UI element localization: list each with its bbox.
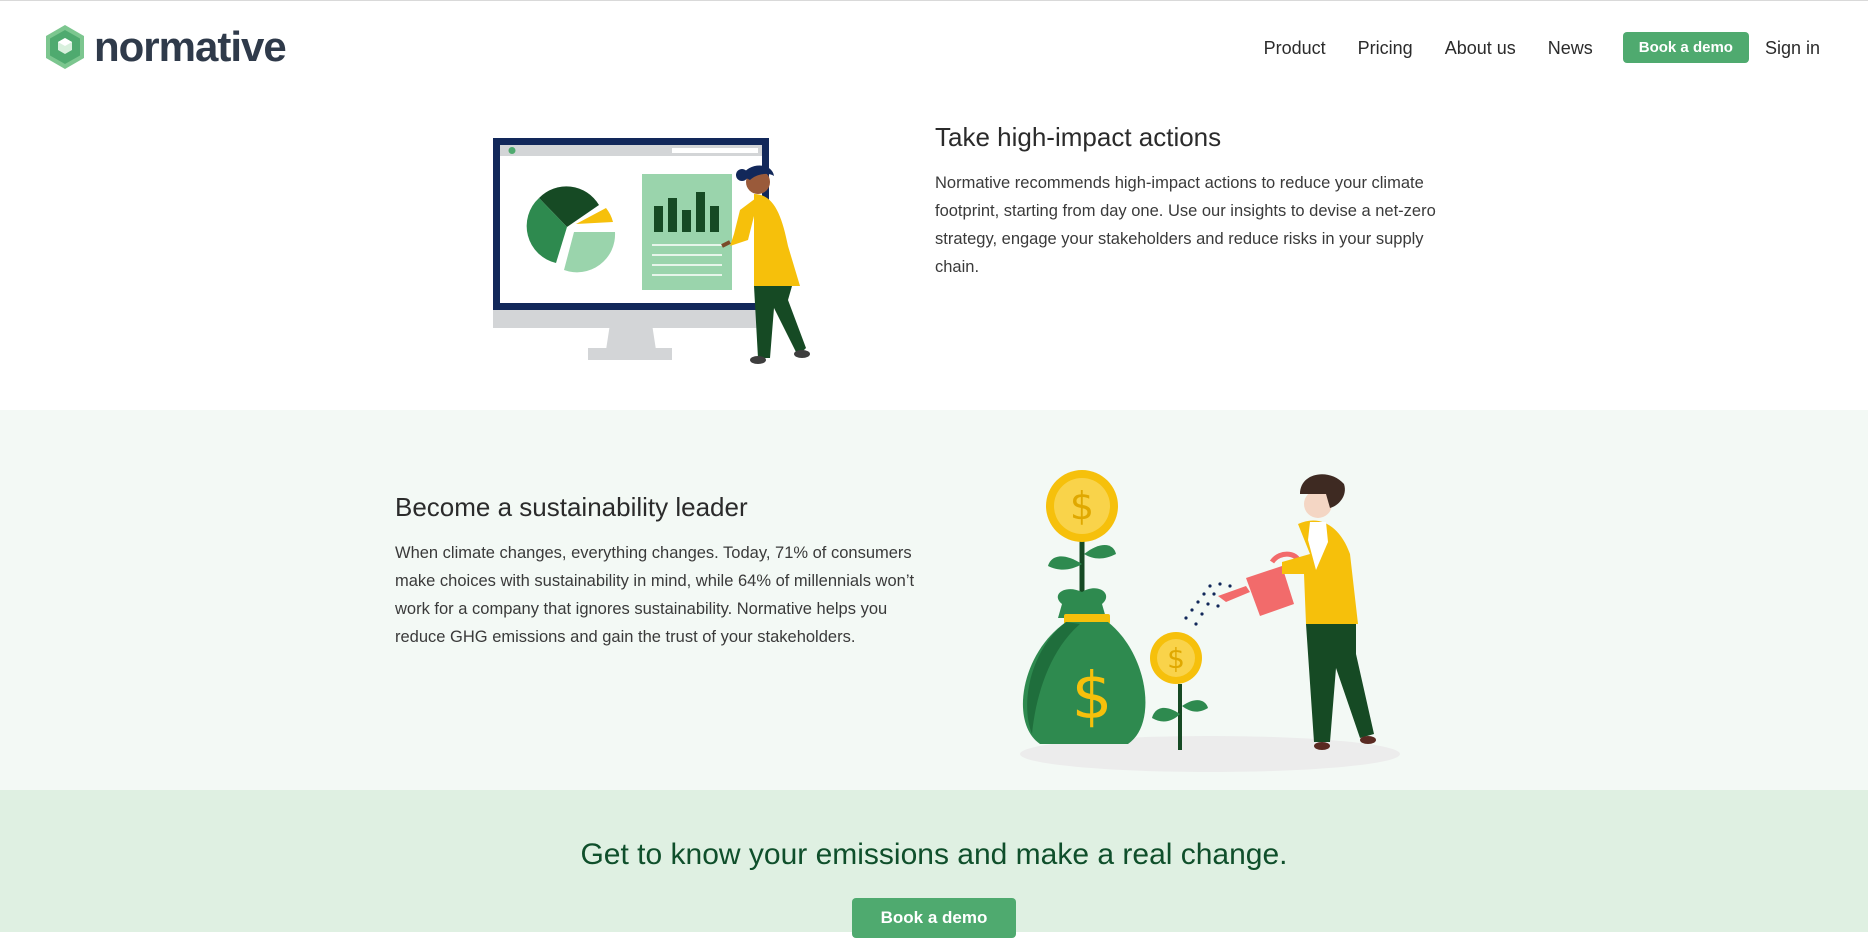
svg-text:$: $ — [1072, 660, 1113, 734]
svg-text:$: $ — [1070, 484, 1094, 528]
sign-in-link[interactable]: Sign in — [1765, 33, 1820, 63]
cta-title: Get to know your emissions and make a re… — [580, 838, 1288, 871]
actions-body: Normative recommends high-impact actions… — [935, 174, 1436, 277]
nav-pricing[interactable]: Pricing — [1358, 33, 1413, 63]
svg-text:$: $ — [1167, 642, 1185, 675]
leader-copy: Become a sustainability leader When clim… — [395, 492, 935, 651]
nav-product[interactable]: Product — [1264, 33, 1326, 63]
brand-name: normative — [94, 23, 287, 70]
actions-title: Take high-impact actions — [935, 122, 1222, 152]
leader-body: When climate changes, everything changes… — [395, 544, 915, 647]
nav-news[interactable]: News — [1548, 33, 1593, 63]
brand-logo[interactable]: normative — [44, 22, 287, 72]
hexagon-leaf-icon — [46, 25, 84, 69]
main-nav: Product Pricing About us News Book a dem… — [1232, 32, 1820, 63]
nav-about-us[interactable]: About us — [1445, 33, 1516, 63]
actions-copy: Take high-impact actions Normative recom… — [935, 122, 1455, 281]
money-plant-watering-illustration: $ $ $ — [1010, 454, 1400, 779]
site-header: normative Product Pricing About us News … — [0, 0, 1868, 96]
cta-section: Get to know your emissions and make a re… — [0, 790, 1868, 938]
section-sustainability-leader: Become a sustainability leader When clim… — [0, 410, 1868, 790]
leader-title: Become a sustainability leader — [395, 492, 748, 522]
section-high-impact-actions: Take high-impact actions Normative recom… — [0, 96, 1868, 410]
cta-book-demo-button[interactable]: Book a demo — [852, 898, 1016, 938]
book-demo-button[interactable]: Book a demo — [1622, 32, 1749, 63]
monitor-chart-person-illustration — [492, 136, 842, 385]
